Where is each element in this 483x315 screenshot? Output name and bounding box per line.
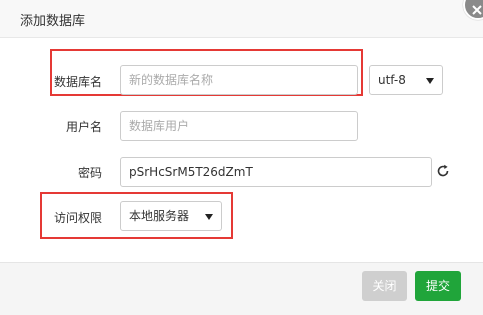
db-user-input[interactable]: 数据库用户	[120, 111, 358, 141]
dialog-footer	[0, 262, 483, 315]
add-database-dialog: 添加数据库 数据库名 新的数据库名称 utf-8 用户名 数据库用户 密码 pS…	[0, 0, 483, 315]
access-value: 本地服务器	[129, 209, 190, 223]
db-user-placeholder: 数据库用户	[129, 119, 190, 133]
refresh-icon[interactable]	[436, 164, 450, 178]
db-user-label: 用户名	[65, 120, 102, 134]
access-select[interactable]: 本地服务器	[120, 201, 222, 231]
chevron-down-icon	[426, 78, 434, 84]
charset-select[interactable]: utf-8	[369, 65, 443, 95]
access-label: 访问权限	[53, 211, 102, 225]
chevron-down-icon	[205, 214, 213, 220]
close-dialog-button[interactable]: 关闭	[362, 271, 407, 301]
password-value: pSrHcSrM5T26dZmT	[129, 165, 253, 179]
password-label: 密码	[77, 166, 102, 180]
close-icon	[472, 5, 482, 15]
dialog-header: 添加数据库	[0, 0, 483, 38]
db-name-input[interactable]: 新的数据库名称	[120, 65, 358, 95]
dialog-title: 添加数据库	[20, 14, 86, 29]
submit-button[interactable]: 提交	[415, 271, 461, 301]
db-name-label: 数据库名	[53, 75, 102, 89]
db-name-placeholder: 新的数据库名称	[129, 73, 214, 87]
charset-value: utf-8	[378, 73, 406, 87]
password-input[interactable]: pSrHcSrM5T26dZmT	[120, 157, 432, 187]
